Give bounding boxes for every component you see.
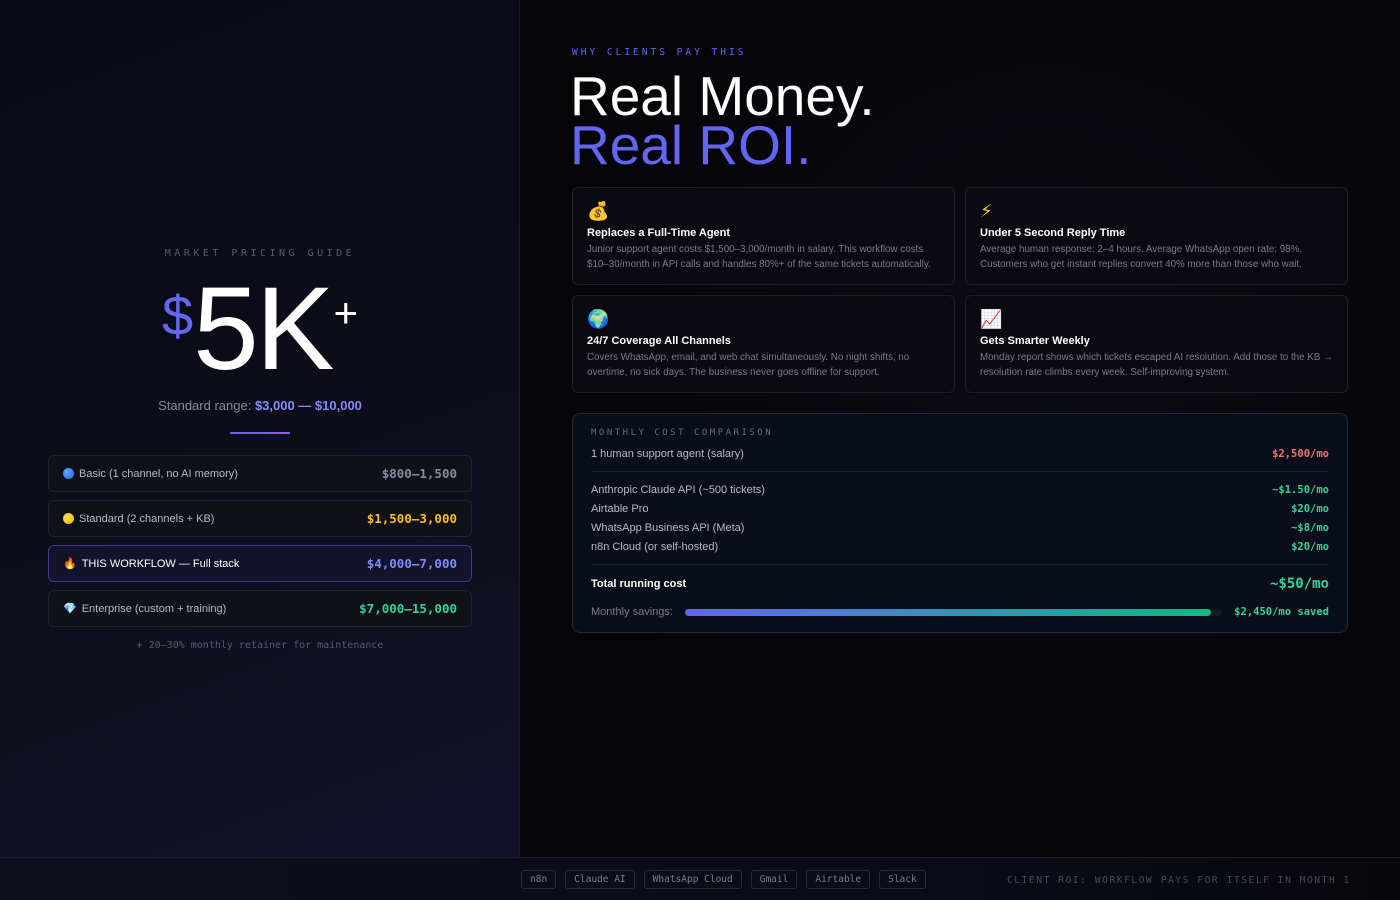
cost-comparison: MONTHLY COST COMPARISON 1 human support …	[572, 413, 1348, 633]
benefit-card: 🌍 24/7 Coverage All Channels Covers What…	[572, 295, 955, 393]
cost-row: Airtable Pro $20/mo	[591, 499, 1329, 518]
savings-bar	[685, 608, 1223, 616]
cost-row: WhatsApp Business API (Meta) ~$8/mo	[591, 518, 1329, 537]
cost-label: WhatsApp Business API (Meta)	[591, 521, 745, 534]
standard-range: Standard range: $3,000 — $10,000	[0, 398, 520, 413]
benefit-card: 💰 Replaces a Full-Time Agent Junior supp…	[572, 187, 955, 285]
tier-standard: Standard (2 channels + KB) $1,500–3,000	[48, 500, 472, 537]
gem-icon: 💎	[63, 603, 77, 615]
cost-value: $20/mo	[1291, 540, 1329, 553]
standard-range-prefix: Standard range:	[158, 398, 252, 413]
pricing-panel: MARKET PRICING GUIDE $5K+ Standard range…	[0, 0, 520, 857]
separator	[591, 471, 1329, 472]
cost-row-human: 1 human support agent (salary) $2,500/mo	[591, 444, 1329, 463]
card-title: Replaces a Full-Time Agent	[587, 227, 731, 239]
savings-value: $2,450/mo saved	[1234, 606, 1329, 618]
tier-price: $800–1,500	[381, 466, 457, 481]
pricing-eyebrow: MARKET PRICING GUIDE	[164, 248, 356, 259]
total-row: Total running cost ~$50/mo	[591, 573, 1329, 595]
separator	[591, 564, 1329, 565]
blue-circle-icon	[63, 468, 74, 479]
chart-increasing-icon: 📈	[980, 309, 1003, 329]
cost-label: n8n Cloud (or self-hosted)	[591, 540, 719, 553]
cost-value: $20/mo	[1291, 502, 1329, 515]
tier-label: Basic (1 channel, no AI memory)	[79, 467, 238, 480]
savings-bar-fill	[685, 608, 1212, 616]
card-description: Junior support agent costs $1,500–3,000/…	[587, 244, 931, 270]
standard-range-value: $3,000 — $10,000	[254, 398, 362, 413]
globe-icon: 🌍	[587, 309, 610, 329]
tag-gmail: Gmail	[750, 870, 798, 889]
card-description: Monday report shows which tickets escape…	[980, 352, 1333, 378]
savings-row: Monthly savings: $2,450/mo saved	[591, 603, 1329, 621]
tier-price: $1,500–3,000	[366, 511, 457, 526]
cost-label: 1 human support agent (salary)	[591, 447, 744, 460]
tier-enterprise: 💎 Enterprise (custom + training) $7,000–…	[48, 590, 472, 627]
tier-this-workflow: 🔥 THIS WORKFLOW — Full stack $4,000–7,00…	[48, 545, 472, 582]
cost-value: ~$8/mo	[1291, 521, 1329, 534]
price-suffix: +	[333, 289, 359, 336]
price-amount: 5K	[193, 263, 334, 395]
divider	[230, 432, 290, 434]
money-bag-icon: 💰	[587, 201, 610, 221]
card-title: 24/7 Coverage All Channels	[587, 335, 731, 347]
footer: n8n Claude AI WhatsApp Cloud Gmail Airta…	[0, 857, 1400, 900]
price-hero: $5K+	[0, 270, 520, 390]
tech-tags: n8n Claude AI WhatsApp Cloud Gmail Airta…	[521, 870, 926, 889]
pricing-tiers: Basic (1 channel, no AI memory) $800–1,5…	[48, 455, 472, 635]
card-description: Covers WhatsApp, email, and web chat sim…	[587, 352, 910, 378]
tier-price: $4,000–7,000	[366, 556, 457, 571]
roi-panel: WHY CLIENTS PAY THIS Real Money. Real RO…	[520, 0, 1400, 857]
tier-basic: Basic (1 channel, no AI memory) $800–1,5…	[48, 455, 472, 492]
benefit-card: ⚡ Under 5 Second Reply Time Average huma…	[965, 187, 1348, 285]
total-label: Total running cost	[591, 578, 687, 590]
roi-eyebrow: WHY CLIENTS PAY THIS	[572, 47, 747, 58]
cost-row: Anthropic Claude API (~500 tickets) ~$1.…	[591, 480, 1329, 499]
price-currency: $	[161, 284, 194, 347]
card-description: Average human response: 2–4 hours. Avera…	[980, 244, 1303, 270]
cost-value: ~$1.50/mo	[1272, 483, 1329, 496]
tier-label: Standard (2 channels + KB)	[79, 512, 215, 525]
card-title: Under 5 Second Reply Time	[980, 227, 1126, 239]
card-title: Gets Smarter Weekly	[980, 335, 1090, 347]
savings-label: Monthly savings:	[591, 606, 673, 618]
benefit-card: 📈 Gets Smarter Weekly Monday report show…	[965, 295, 1348, 393]
footer-note: CLIENT ROI: WORKFLOW PAYS FOR ITSELF IN …	[1006, 875, 1351, 886]
retainer-note: + 20–30% monthly retainer for maintenanc…	[136, 640, 384, 651]
tag-whatsapp-cloud: WhatsApp Cloud	[643, 870, 742, 889]
tag-airtable: Airtable	[806, 870, 871, 889]
tier-price: $7,000–15,000	[359, 601, 457, 616]
cost-label: Anthropic Claude API (~500 tickets)	[591, 483, 765, 496]
benefit-cards: 💰 Replaces a Full-Time Agent Junior supp…	[572, 187, 1348, 393]
tier-label: Enterprise (custom + training)	[81, 602, 227, 615]
lightning-icon: ⚡	[980, 201, 993, 221]
yellow-circle-icon	[63, 513, 74, 524]
tag-slack: Slack	[879, 870, 926, 889]
tag-claude-ai: Claude AI	[565, 870, 635, 889]
headline-line2: Real ROI.	[570, 114, 812, 176]
tag-n8n: n8n	[521, 870, 557, 889]
total-value: ~$50/mo	[1269, 576, 1329, 592]
fire-icon: 🔥	[63, 558, 77, 570]
cost-label: Airtable Pro	[591, 502, 649, 515]
cost-value: $2,500/mo	[1272, 447, 1329, 460]
cost-row: n8n Cloud (or self-hosted) $20/mo	[591, 537, 1329, 556]
cost-title: MONTHLY COST COMPARISON	[591, 428, 774, 438]
tier-label: THIS WORKFLOW — Full stack	[81, 557, 240, 570]
